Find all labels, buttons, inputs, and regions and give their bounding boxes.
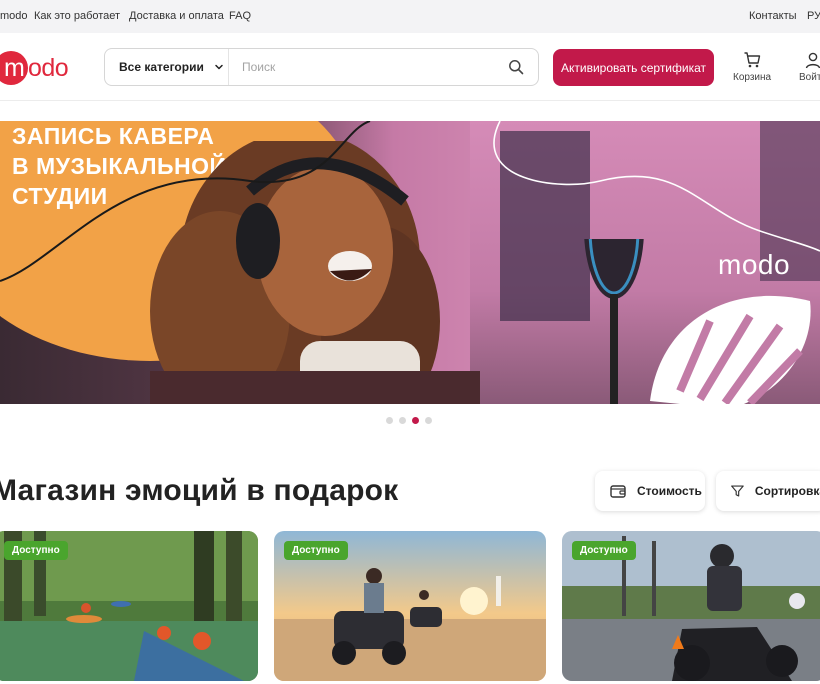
wallet-icon [610, 485, 626, 498]
decorative-line [0, 121, 820, 282]
all-categories-dropdown[interactable]: Все категории [105, 49, 229, 85]
carousel-dot-active[interactable] [412, 417, 419, 424]
price-filter-label: Стоимость [637, 484, 702, 498]
availability-badge: Доступно [4, 541, 68, 560]
logo-rest: odo [28, 54, 69, 82]
logo[interactable]: m odo [0, 51, 84, 85]
search-icon[interactable] [508, 59, 524, 75]
product-card[interactable]: Доступно [274, 531, 546, 681]
login-button[interactable]: Войти [799, 51, 820, 83]
banner-brand-text: modo [718, 249, 791, 280]
cart-icon [744, 52, 761, 68]
header-divider [0, 100, 820, 101]
topbar-link-modo[interactable]: modo [0, 10, 28, 22]
section-title: Магазин эмоций в подарок [0, 474, 399, 507]
promo-banner[interactable]: ЗАПИСЬ КАВЕРА В МУЗЫКАЛЬНОЙ СТУДИИ modo [0, 121, 820, 404]
cart-button[interactable]: Корзина [733, 51, 771, 83]
language-switcher[interactable]: РУ [807, 10, 820, 22]
login-label: Войти [799, 72, 820, 83]
carousel-dot[interactable] [425, 417, 432, 424]
topbar-link-how-it-works[interactable]: Как это работает [34, 10, 120, 22]
carousel-dots [386, 417, 432, 424]
top-bar: modo Как это работает Доставка и оплата … [0, 0, 820, 33]
carousel-dot[interactable] [386, 417, 393, 424]
search-input[interactable] [242, 57, 492, 77]
topbar-link-contacts[interactable]: Контакты [749, 10, 797, 22]
availability-badge: Доступно [572, 541, 636, 560]
logo-initial: m [4, 54, 25, 82]
search-bar: Все категории [104, 48, 539, 86]
product-card[interactable]: Доступно [0, 531, 258, 681]
activate-certificate-button[interactable]: Активировать сертификат [553, 49, 714, 86]
availability-badge: Доступно [284, 541, 348, 560]
topbar-link-faq[interactable]: FAQ [229, 10, 251, 22]
product-card[interactable]: Доступно [562, 531, 820, 681]
carousel-dot[interactable] [399, 417, 406, 424]
sort-label: Сортировка [754, 484, 820, 498]
all-categories-label: Все категории [119, 60, 204, 74]
user-icon [805, 52, 820, 69]
price-filter-button[interactable]: Стоимость [595, 471, 705, 511]
filter-funnel-icon [731, 485, 744, 497]
cart-label: Корзина [733, 72, 772, 83]
chevron-down-icon [215, 64, 223, 70]
sort-button[interactable]: Сортировка [716, 471, 820, 511]
topbar-link-delivery[interactable]: Доставка и оплата [129, 10, 224, 22]
banner-brand-logo: modo [718, 249, 790, 281]
